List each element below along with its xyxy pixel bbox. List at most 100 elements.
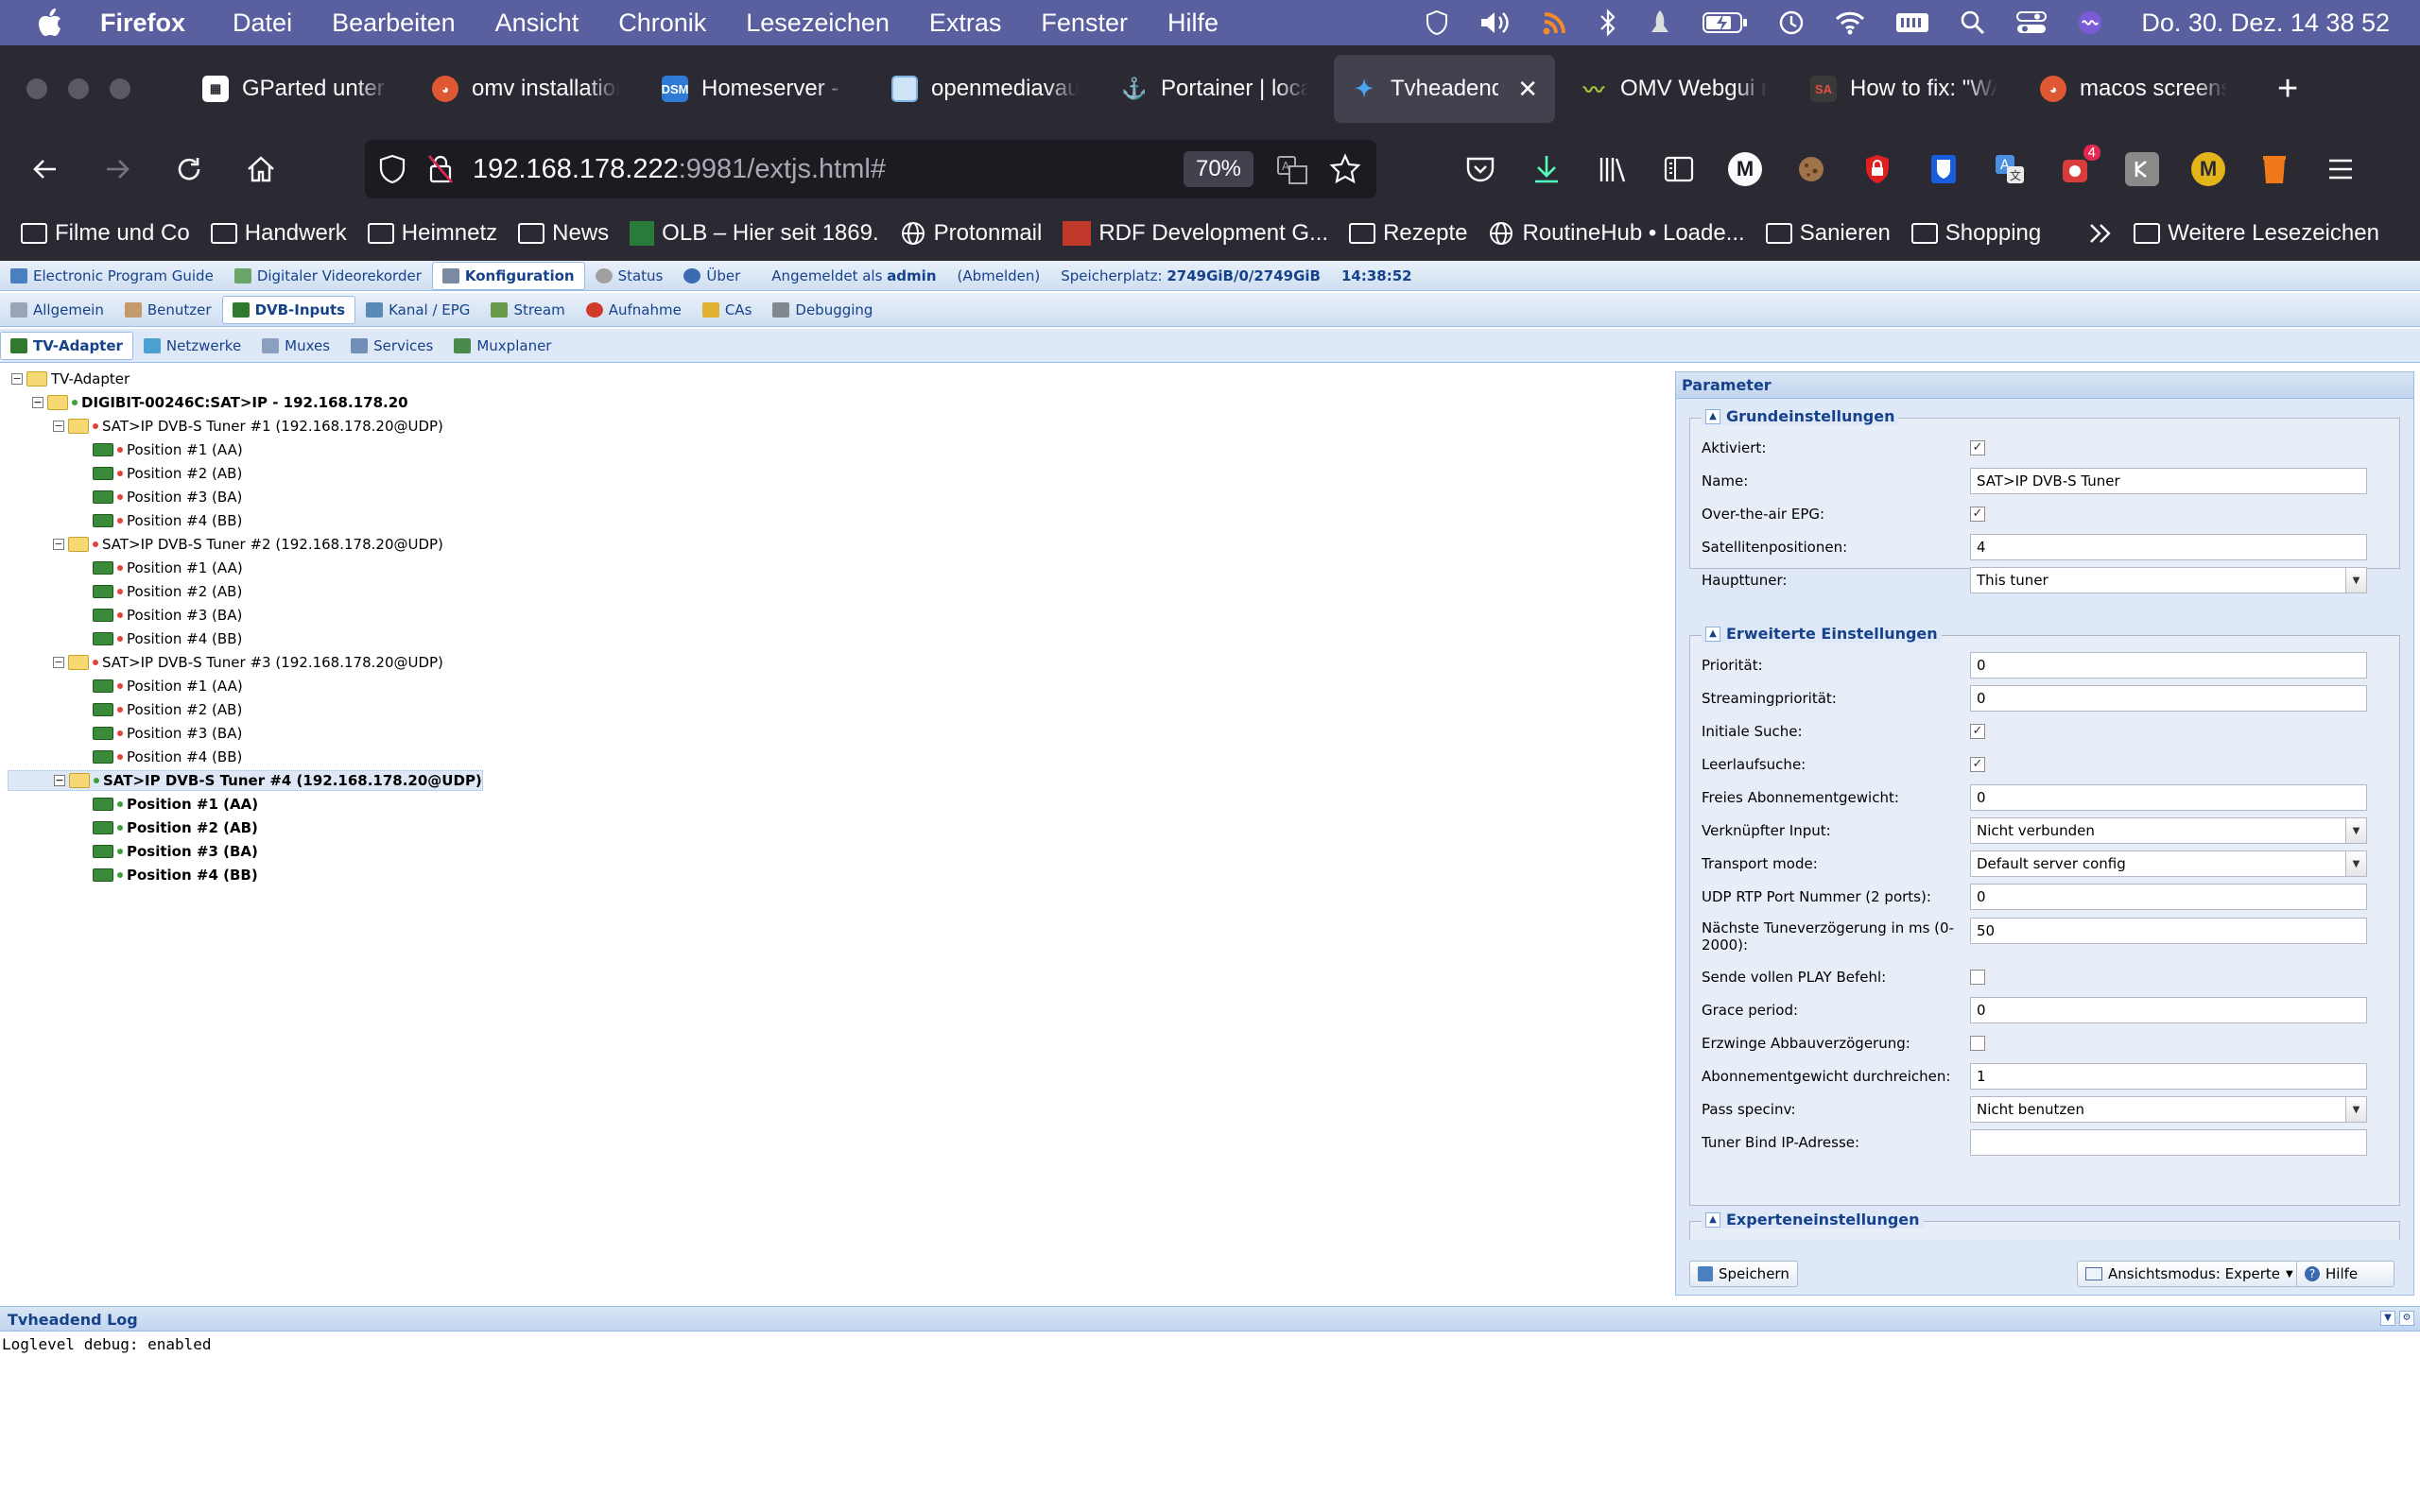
collapse-icon[interactable]: − — [54, 775, 65, 786]
tab-muxplaner[interactable]: Muxplaner — [443, 332, 562, 360]
window-minimize-button[interactable] — [68, 78, 89, 99]
bookmark-folder-rezepte[interactable]: Rezepte — [1349, 220, 1467, 247]
more-bookmarks-chevron-icon[interactable] — [2088, 222, 2113, 245]
new-tab-icon[interactable]: + — [2277, 69, 2298, 110]
translate-icon[interactable]: A — [1276, 153, 1308, 185]
close-tab-icon[interactable]: ✕ — [1517, 75, 1538, 104]
apple-icon[interactable] — [38, 9, 62, 37]
tab-benutzer[interactable]: Benutzer — [114, 296, 222, 324]
collapse-icon[interactable]: − — [11, 373, 23, 385]
freies-abonnementgewicht-input[interactable]: 0 — [1970, 784, 2367, 811]
aktiviert-checkbox[interactable]: ✓ — [1970, 440, 1985, 455]
rocket-icon[interactable] — [1648, 9, 1672, 37]
menu-extras[interactable]: Extras — [929, 9, 1002, 38]
tab-dvr[interactable]: Digitaler Videorekorder — [224, 262, 432, 290]
tab-aufnahme[interactable]: Aufnahme — [576, 296, 692, 324]
browser-tab-tvheadend[interactable]: ✦ Tvheadend ✕ — [1334, 55, 1555, 123]
downloads-icon[interactable] — [1530, 152, 1564, 186]
bookmark-protonmail[interactable]: Protonmail — [900, 220, 1042, 247]
tab-epg[interactable]: Electronic Program Guide — [0, 262, 224, 290]
prioritaet-input[interactable]: 0 — [1970, 652, 2367, 679]
grace-period-input[interactable]: 0 — [1970, 997, 2367, 1023]
bookmark-folder-sanieren[interactable]: Sanieren — [1765, 220, 1891, 247]
tab-ueber[interactable]: Über — [673, 262, 751, 290]
collapse-log-icon[interactable]: ▼ — [2380, 1311, 2395, 1326]
vpn-shield-icon[interactable] — [1425, 9, 1449, 36]
tree-tuner[interactable]: − SAT>IP DVB-S Tuner #3 (192.168.178.20@U… — [53, 652, 443, 673]
chevron-down-icon[interactable]: ▼ — [2345, 568, 2366, 593]
bookmark-rdf[interactable]: RDF Development G... — [1063, 220, 1328, 247]
hamburger-menu-icon[interactable] — [2324, 152, 2358, 186]
chevron-down-icon[interactable]: ▼ — [2345, 818, 2366, 843]
tab-debugging[interactable]: Debugging — [762, 296, 883, 324]
zoom-level-button[interactable]: 70% — [1184, 151, 1253, 187]
tree-position[interactable]: Position #3 (BA) — [93, 605, 242, 626]
browser-tab-openmediavault[interactable]: openmediavault — [874, 55, 1096, 123]
tree-position[interactable]: Position #4 (BB) — [93, 628, 242, 649]
cookie-icon[interactable] — [1794, 152, 1828, 186]
menu-chronik[interactable]: Chronik — [618, 9, 706, 38]
tree-position[interactable]: Position #1 (AA) — [93, 558, 243, 578]
browser-tab-portainer[interactable]: ⚓ Portainer | local — [1104, 55, 1325, 123]
menu-lesezeichen[interactable]: Lesezeichen — [746, 9, 890, 38]
ublock-icon[interactable] — [1860, 152, 1894, 186]
tab-dvb-inputs[interactable]: DVB-Inputs — [221, 295, 356, 324]
tab-services[interactable]: Services — [340, 332, 443, 360]
tuneverzoegerung-input[interactable]: 50 — [1970, 918, 2367, 944]
browser-tab-gparted[interactable]: ▦ GParted unter Linux — [185, 55, 406, 123]
browser-tab-omv-webgui[interactable]: 〰 OMV Webgui not — [1564, 55, 1785, 123]
chevron-down-icon[interactable]: ▼ — [2345, 851, 2366, 876]
bookmark-routinehub[interactable]: RoutineHub • Loade... — [1488, 220, 1745, 247]
browser-tab-homeserver[interactable]: DSM Homeserver - Synology — [645, 55, 866, 123]
transport-mode-select[interactable]: Default server config ▼ — [1970, 850, 2367, 877]
tree-position[interactable]: Position #1 (AA) — [93, 676, 243, 696]
bookmark-folder-handwerk[interactable]: Handwerk — [210, 220, 347, 247]
tab-kanal-epg[interactable]: Kanal / EPG — [355, 296, 480, 324]
browser-tab-how-to-fix[interactable]: SA How to fix: "WA — [1793, 55, 2014, 123]
menu-fenster[interactable]: Fenster — [1041, 9, 1128, 38]
tab-allgemein[interactable]: Allgemein — [0, 296, 114, 324]
haupttuner-select[interactable]: This tuner ▼ — [1970, 567, 2367, 593]
name-input[interactable]: SAT>IP DVB-S Tuner — [1970, 468, 2367, 494]
time-machine-icon[interactable] — [1778, 9, 1805, 36]
menubar-clock[interactable]: Do. 30. Dez. 14 38 52 — [2141, 9, 2390, 38]
bookmark-folder-filme[interactable]: Filme und Co — [21, 220, 190, 247]
collapse-icon[interactable]: − — [53, 421, 64, 432]
tree-tuner[interactable]: − SAT>IP DVB-S Tuner #1 (192.168.178.20@U… — [53, 416, 443, 437]
menu-ansicht[interactable]: Ansicht — [495, 9, 579, 38]
collapse-icon[interactable]: − — [53, 657, 64, 668]
collapse-fieldset-icon[interactable]: ▲ — [1705, 408, 1720, 424]
tab-netzwerke[interactable]: Netzwerke — [133, 332, 251, 360]
collapse-icon[interactable]: − — [53, 539, 64, 550]
window-zoom-button[interactable] — [110, 78, 130, 99]
expert-settings-legend[interactable]: ▲ Experteneinstellungen — [1702, 1211, 1924, 1228]
bitwarden-icon[interactable] — [1927, 152, 1961, 186]
reload-icon[interactable] — [172, 152, 206, 186]
translator-icon[interactable]: A文 — [1993, 152, 2027, 186]
home-icon[interactable] — [244, 152, 278, 186]
chevron-down-icon[interactable]: ▼ — [2345, 1097, 2366, 1122]
reader-sidebar-icon[interactable] — [1662, 152, 1696, 186]
sende-play-checkbox[interactable] — [1970, 970, 1985, 985]
leerlaufsuche-checkbox[interactable]: ✓ — [1970, 757, 1985, 772]
initiale-suche-checkbox[interactable]: ✓ — [1970, 724, 1985, 739]
account-avatar-icon[interactable]: M — [1728, 152, 1762, 186]
menu-bearbeiten[interactable]: Bearbeiten — [332, 9, 456, 38]
satellitenpositionen-input[interactable]: 4 — [1970, 534, 2367, 560]
tree-position[interactable]: Position #4 (BB) — [93, 865, 258, 885]
wifi-icon[interactable] — [1835, 10, 1865, 35]
tracking-protection-shield-icon[interactable] — [378, 154, 406, 184]
kiwi-extension-icon[interactable] — [2125, 152, 2159, 186]
bookmark-olb[interactable]: OLB – Hier seit 1869. — [630, 220, 879, 247]
menu-datei[interactable]: Datei — [233, 9, 292, 38]
bookmark-folder-news[interactable]: News — [518, 220, 609, 247]
forward-arrow-icon[interactable] — [100, 152, 134, 186]
control-center-icon[interactable] — [2016, 10, 2048, 35]
battery-icon[interactable] — [1703, 11, 1748, 34]
streamingprioritaet-input[interactable]: 0 — [1970, 685, 2367, 712]
bookmark-folder-heimnetz[interactable]: Heimnetz — [367, 220, 497, 247]
url-text[interactable]: 192.168.178.222:9981/extjs.html# — [473, 154, 886, 185]
help-button[interactable]: ? Hilfe — [2296, 1261, 2394, 1287]
memory-icon[interactable] — [1895, 10, 1929, 35]
basic-settings-legend[interactable]: ▲ Grundeinstellungen — [1702, 407, 1899, 425]
